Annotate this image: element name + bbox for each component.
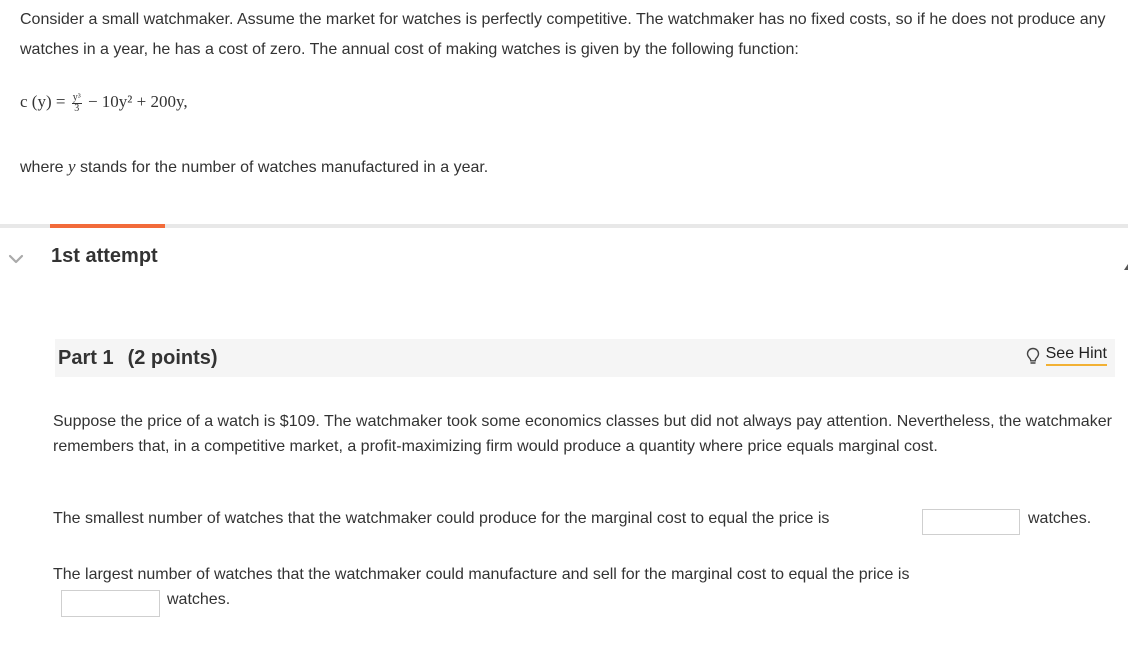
part-points: (2 points) [127,347,218,369]
where-text-after: stands for the number of watches manufac… [75,159,489,176]
attempt-label: 1st attempt [51,245,158,267]
question-1-unit: watches. [1028,510,1092,527]
formula-fraction: y³ 3 [71,91,82,114]
scroll-edge-icon [1124,264,1128,270]
see-hint-button[interactable]: See Hint [1026,345,1107,366]
part-label: Part 1 [58,347,114,369]
part-title: Part 1 (2 points) [58,347,218,370]
question-paragraph: Suppose the price of a watch is $109. Th… [53,413,1112,455]
fraction-denominator: 3 [74,102,80,114]
active-tab-indicator [50,224,165,228]
attempt-tab-divider [0,224,1128,228]
question-2-text: The largest number of watches that the w… [53,566,910,583]
where-variable: y [68,157,76,176]
fraction-numerator: y³ [71,91,82,104]
formula-lhs: c (y) = [20,92,70,111]
smallest-watches-input[interactable] [922,509,1020,535]
lightbulb-icon [1026,347,1039,364]
question-1-text: The smallest number of watches that the … [53,510,830,527]
cost-function-formula: c (y) = y³ 3 − 10y² + 200y, [20,92,188,114]
formula-rhs: − 10y² + 200y, [83,92,188,111]
question-2-unit: watches. [167,591,231,608]
see-hint-label[interactable]: See Hint [1045,345,1107,366]
chevron-down-icon[interactable] [7,250,25,268]
variable-definition: where y stands for the number of watches… [20,157,488,177]
part-header: Part 1 (2 points) See Hint [55,339,1115,377]
where-text-before: where [20,159,69,176]
largest-watches-input[interactable] [61,590,160,617]
problem-intro: Consider a small watchmaker. Assume the … [20,11,1106,58]
